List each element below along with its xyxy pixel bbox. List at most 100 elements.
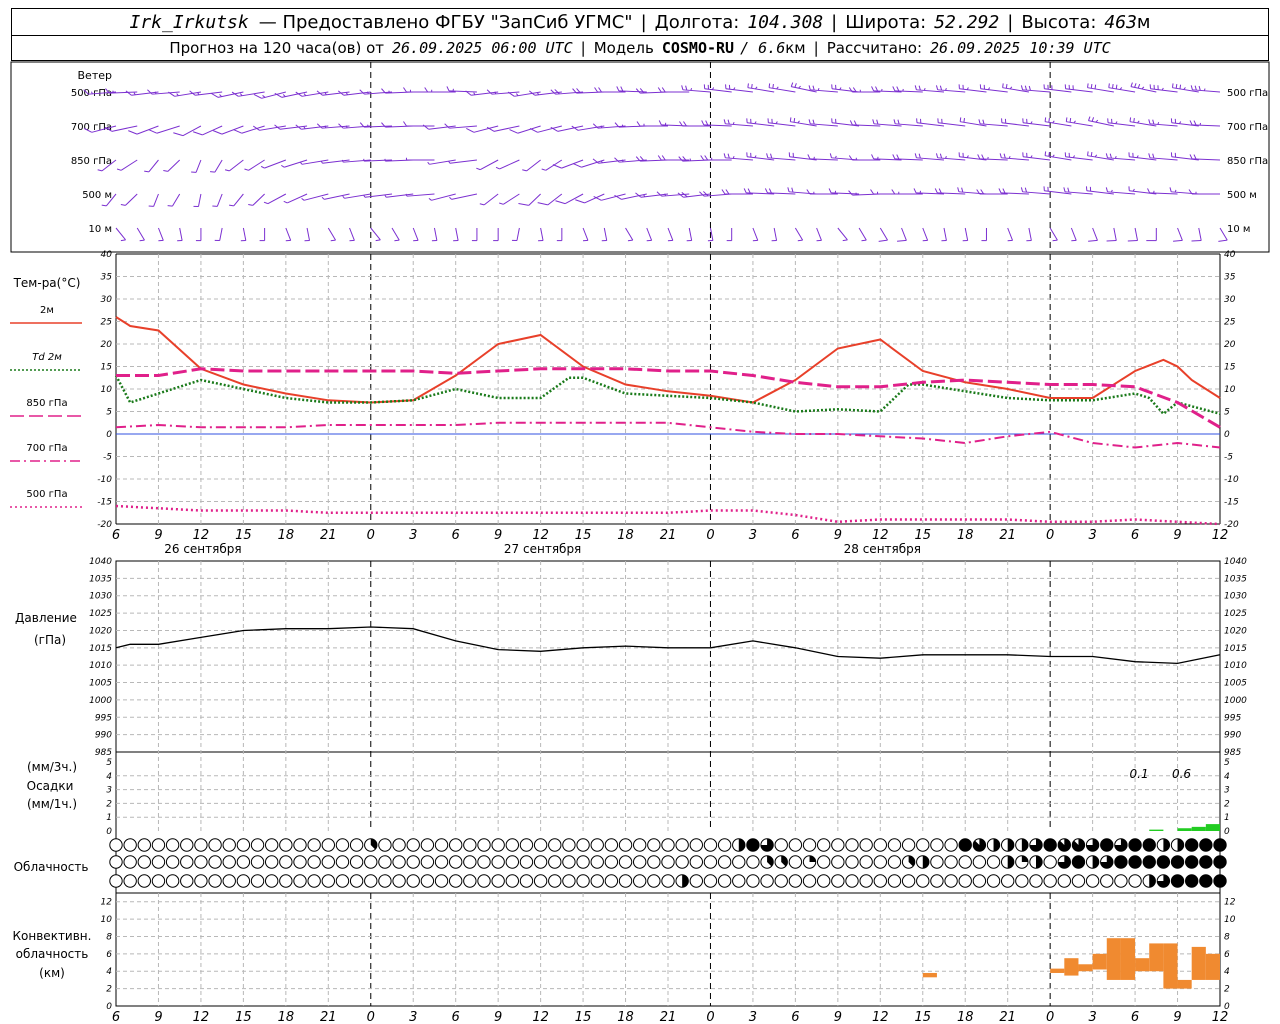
cloud-cover-symbol [392,855,406,869]
time-tick-upper: 15 [235,528,252,543]
wind-barb-feather [681,85,684,90]
cloud-cover-fill [1177,838,1184,852]
wind-barb-half-feather [1009,86,1013,90]
wind-barb-feather [896,154,900,160]
cloud-cover-symbol [279,855,293,869]
wind-barb-staff [306,227,311,241]
cloud-cover-symbol [901,874,916,888]
precip-unit-3h: (мм/3ч.) [27,760,77,774]
wind-barb-feather [1020,187,1024,192]
cloud-cover-symbol [675,855,689,869]
wind-barb-staff [1049,227,1058,241]
temp-tick-right: -10 [1224,475,1239,485]
cloud-cover-symbol [335,838,350,852]
cloud-cover-symbol [816,874,831,888]
wind-barb-feather [1193,154,1197,160]
wind-barb-staff [964,227,969,241]
time-tick-lower: 15 [235,1010,252,1024]
wind-barb-staff [901,227,907,241]
wind-barb-feather [764,188,768,194]
wind-level-label-right: 500 м [1227,190,1257,201]
wind-barb-staff [625,227,634,241]
wind-barb-staff [179,227,183,241]
cloud-cover-symbol [180,838,194,852]
wind-barb-feather [555,200,566,205]
pressure-tick-left: 1020 [89,626,112,636]
cloud-cover-symbol [944,874,958,888]
cloud-cover-symbol [831,855,845,869]
wind-barb-feather [1189,120,1193,126]
wind-barb-feather [747,188,751,194]
cloud-cover-symbol [788,874,803,888]
cloud-cover-symbol [448,874,463,888]
precip-bar [1149,829,1164,831]
cloud-cover-symbol [109,838,123,852]
cloud-cover-symbol [477,874,491,888]
wind-barb-feather [751,84,753,89]
time-tick-lower: 9 [154,1010,162,1024]
temp-tick-right: 15 [1224,363,1236,373]
pressure-tick-right: 1010 [1224,661,1247,671]
wind-barb-feather [598,87,602,93]
cloud-cover-symbol [689,838,704,852]
cloud-cover-symbol [194,874,208,888]
time-tick-upper: 9 [1173,528,1181,543]
time-tick-lower: 9 [1173,1010,1181,1024]
precip-tick-left: 0 [106,827,112,837]
wind-barb-feather [981,154,985,160]
cloud-cover-symbol [250,838,265,852]
wind-barb-feather [1152,119,1155,125]
cloud-cover-symbol [562,874,576,888]
cloud-cover-symbol [434,874,449,888]
cloud-cover-fill [1199,838,1213,852]
temp-tick-right: 10 [1224,385,1236,395]
wind-barb-feather [914,153,917,158]
cloud-cover-symbol [335,874,350,888]
cloud-cover-symbol [590,855,604,869]
temperature-panel: Тем-ра(°C) -20 -20-15 -15-10 -10-5 -50 05 510 1… [10,250,1239,530]
precip-bar [1177,828,1192,831]
wind-barb-staff [219,227,223,241]
wind-barb-feather [1094,84,1097,89]
cloudiness-panel: Облачность [14,838,1227,888]
wind-barb-half-feather [120,203,126,206]
cloud-cover-symbol [335,855,350,869]
wind-barb-feather [1105,187,1108,192]
cloud-cover-symbol [463,838,477,852]
cloud-cover-symbol [1128,874,1142,888]
wind-barb-staff [233,193,244,207]
cloud-cover-symbol [533,838,548,852]
wind-barb-staff [182,125,202,137]
cloud-cover-symbol [208,838,222,852]
wind-barb-staff [455,227,459,241]
time-tick-upper: 3 [409,528,417,543]
wind-barb-half-feather [427,161,430,165]
wind-barb-feather [1148,153,1151,158]
wind-barb-feather [213,130,223,135]
cloud-cover-symbol [307,838,321,852]
wind-barb-feather [876,119,879,125]
cloud-cover-symbol [859,855,873,869]
convective-cloud-bar [1191,946,1206,980]
wind-barb-feather [518,203,529,206]
wind-barb-staff [667,227,674,241]
wind-barb-half-feather [263,201,269,205]
wind-barb-feather [772,84,774,89]
wind-barb-feather [661,155,666,161]
wind-barb-half-feather [479,203,485,206]
wind-barb-feather [1152,153,1155,159]
cloud-cover-symbol [279,874,293,888]
cloud-cover-symbol [434,838,449,852]
wind-barb-feather [812,85,815,91]
cloud-cover-symbol [264,838,279,852]
wind-barb-feather [791,187,794,193]
cloud-cover-symbol [222,838,236,852]
wind-barb-feather [766,153,769,158]
wind-barb-half-feather [495,166,500,170]
wind-barb-feather [1129,117,1132,122]
wind-barb-half-feather [283,200,288,204]
cloud-cover-symbol [689,874,704,888]
wind-barb-feather [1179,84,1182,89]
cloud-cover-symbol [661,874,675,888]
temp-tick-right: 30 [1224,295,1236,305]
